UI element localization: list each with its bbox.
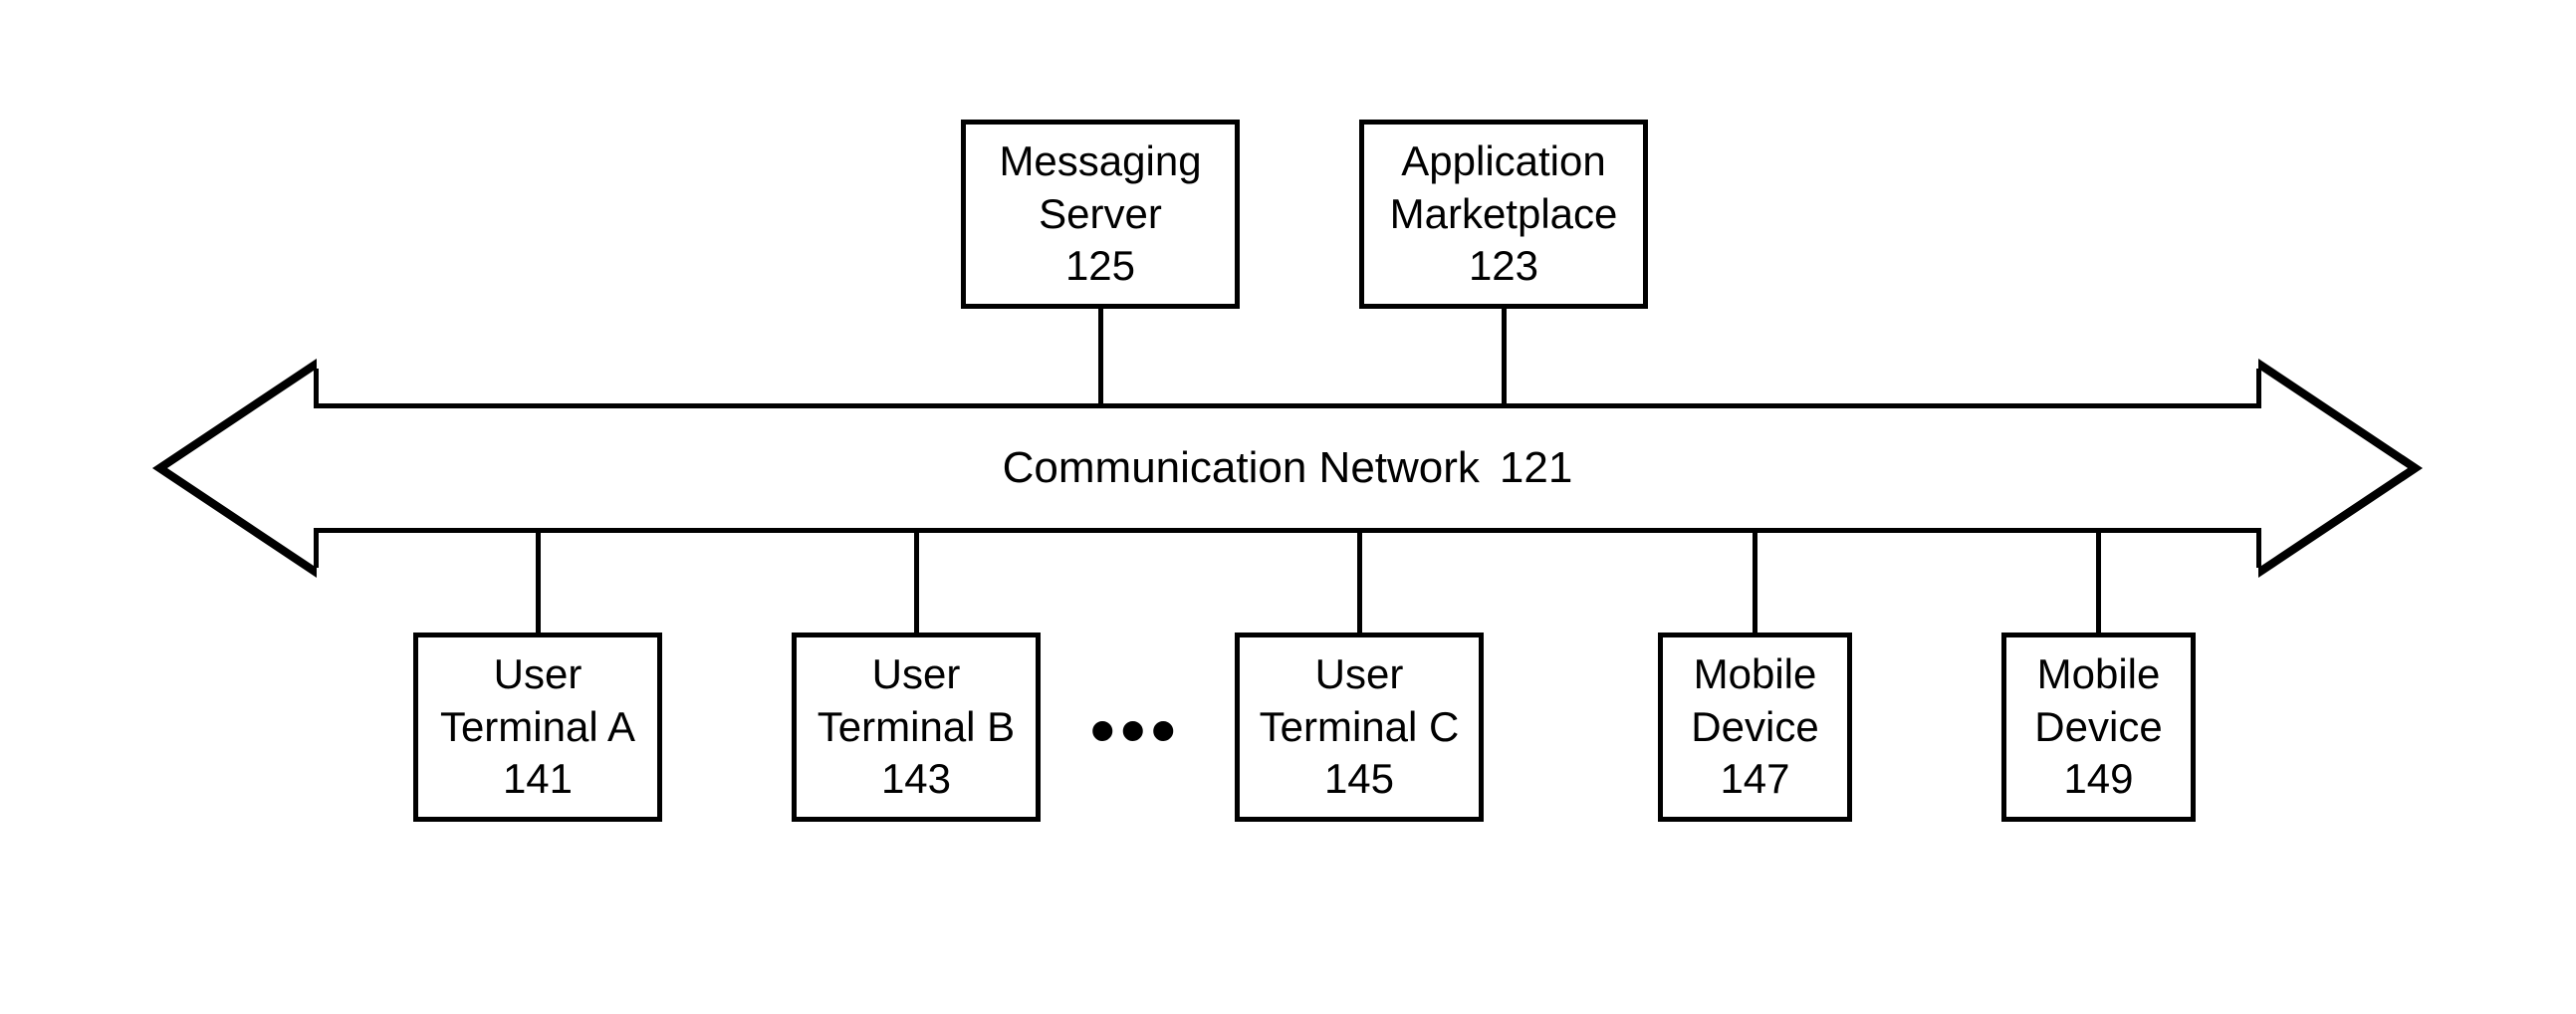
box-user-terminal-a: User Terminal A 141: [413, 633, 662, 822]
ref-number: 143: [881, 753, 951, 806]
connector-bot-m1: [1753, 533, 1757, 633]
label-line1: Application: [1401, 135, 1605, 188]
ref-number: 149: [2063, 753, 2133, 806]
label-line2: Marketplace: [1390, 188, 1618, 241]
label-line1: User: [872, 648, 961, 701]
bus-label: Communication Network: [1003, 443, 1480, 493]
ref-number: 145: [1324, 753, 1394, 806]
ref-number: 141: [503, 753, 573, 806]
bus-arrow-right-cap-top: [2256, 369, 2261, 408]
label-line1: Messaging: [999, 135, 1201, 188]
bus-ref-number: 121: [1500, 443, 1572, 493]
connector-bot-c: [1357, 533, 1362, 633]
label-line1: User: [1315, 648, 1404, 701]
box-messaging-server: Messaging Server 125: [961, 120, 1240, 309]
ref-number: 123: [1469, 240, 1538, 293]
label-line2: Terminal A: [440, 701, 635, 754]
label-line1: Mobile: [2037, 648, 2161, 701]
box-user-terminal-b: User Terminal B 143: [792, 633, 1041, 822]
bus-arrow-right-fill: [2258, 369, 2408, 568]
bus-arrow-left-cap-bot: [314, 528, 319, 568]
label-line1: Mobile: [1694, 648, 1817, 701]
label-line2: Device: [1691, 701, 1818, 754]
box-mobile-device-1: Mobile Device 147: [1658, 633, 1852, 822]
ref-number: 125: [1065, 240, 1135, 293]
bus-arrow-left-cap-top: [314, 369, 319, 408]
connector-top-messaging: [1098, 309, 1103, 403]
label-line2: Terminal B: [818, 701, 1015, 754]
box-user-terminal-c: User Terminal C 145: [1235, 633, 1484, 822]
bus-communication-network: Communication Network 121: [317, 403, 2258, 533]
box-mobile-device-2: Mobile Device 149: [2001, 633, 2196, 822]
ref-number: 147: [1720, 753, 1789, 806]
connector-bot-b: [914, 533, 919, 633]
bus-arrow-right-cap-bot: [2256, 528, 2261, 568]
connector-bot-a: [536, 533, 541, 633]
label-line2: Server: [1039, 188, 1162, 241]
connector-top-marketplace: [1502, 309, 1507, 403]
ellipsis-icon: •••: [1090, 690, 1182, 770]
label-line2: Terminal C: [1260, 701, 1460, 754]
label-line2: Device: [2034, 701, 2162, 754]
connector-bot-m2: [2096, 533, 2101, 633]
box-application-marketplace: Application Marketplace 123: [1359, 120, 1648, 309]
bus-arrow-left-fill: [167, 369, 317, 568]
label-line1: User: [494, 648, 583, 701]
